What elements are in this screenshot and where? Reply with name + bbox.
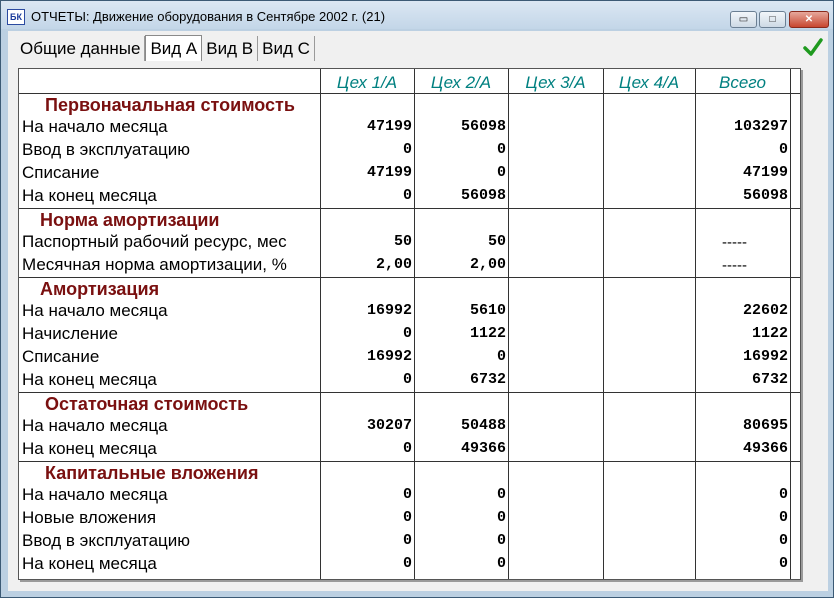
section-title: Капитальные вложения bbox=[45, 463, 259, 483]
column-header: Цех 4/А bbox=[618, 73, 680, 92]
tab-view-b[interactable]: Вид В bbox=[202, 36, 259, 61]
cell-value: 0 bbox=[402, 371, 412, 388]
cell-value: 0 bbox=[778, 509, 788, 526]
column-divider bbox=[790, 69, 791, 579]
cell-value: 2,00 bbox=[375, 256, 412, 273]
column-header: Всего bbox=[719, 73, 766, 92]
cell-value: 5610 bbox=[469, 302, 506, 319]
cell-value: 0 bbox=[496, 509, 506, 526]
tab-general[interactable]: Общие данные bbox=[16, 36, 146, 61]
cell-value: 50488 bbox=[460, 417, 506, 434]
cell-value: 56098 bbox=[460, 118, 506, 135]
report-window: БК ОТЧЕТЫ: Движение оборудования в Сентя… bbox=[0, 0, 834, 598]
cell-value: ----- bbox=[722, 257, 747, 274]
header-divider bbox=[19, 93, 800, 94]
cell-value: 80695 bbox=[742, 417, 788, 434]
title-bar[interactable]: БК ОТЧЕТЫ: Движение оборудования в Сентя… bbox=[1, 1, 833, 29]
cell-value: 0 bbox=[496, 532, 506, 549]
cell-value: 50 bbox=[393, 233, 412, 250]
cell-value: 1122 bbox=[469, 325, 506, 342]
column-header: Цех 1/А bbox=[336, 73, 398, 92]
cell-value: 0 bbox=[402, 509, 412, 526]
row-label: На конец месяца bbox=[22, 439, 157, 458]
cell-value: 56098 bbox=[460, 187, 506, 204]
cell-value: 0 bbox=[402, 141, 412, 158]
row-label: Паспортный рабочий ресурс, мес bbox=[22, 232, 287, 251]
row-label: Месячная норма амортизации, % bbox=[22, 255, 287, 274]
row-label: Ввод в эксплуатацию bbox=[22, 140, 191, 159]
cell-value: 30207 bbox=[366, 417, 412, 434]
section-divider bbox=[19, 277, 800, 278]
cell-value: 16992 bbox=[366, 302, 412, 319]
cell-value: 6732 bbox=[469, 371, 506, 388]
cell-value: 0 bbox=[778, 555, 788, 572]
tab-view-a[interactable]: Вид А bbox=[145, 35, 203, 61]
tab-view-c[interactable]: Вид С bbox=[258, 36, 315, 61]
cell-value: 47199 bbox=[742, 164, 788, 181]
cell-value: 0 bbox=[402, 486, 412, 503]
section-title: Норма амортизации bbox=[40, 210, 220, 230]
cell-value: 0 bbox=[496, 164, 506, 181]
tab-strip: Общие данные Вид А Вид В Вид С bbox=[16, 35, 315, 62]
row-label: На конец месяца bbox=[22, 186, 157, 205]
app-icon: БК bbox=[7, 9, 25, 25]
row-label: Начисление bbox=[22, 324, 118, 343]
cell-value: 0 bbox=[778, 486, 788, 503]
report-table: Цех 1/А Цех 2/А Цех 3/А Цех 4/А Всего Первона… bbox=[18, 68, 801, 580]
cell-value: 0 bbox=[402, 555, 412, 572]
cell-value: 6732 bbox=[751, 371, 788, 388]
cell-value: 0 bbox=[402, 325, 412, 342]
column-divider bbox=[508, 69, 509, 579]
check-icon[interactable] bbox=[803, 37, 823, 57]
close-button[interactable]: ✕ bbox=[789, 11, 829, 28]
cell-value: 2,00 bbox=[469, 256, 506, 273]
section-title: Первоначальная стоимость bbox=[45, 95, 295, 115]
row-label: На конец месяца bbox=[22, 370, 157, 389]
row-label: На начало месяца bbox=[22, 301, 168, 320]
column-header: Цех 2/А bbox=[430, 73, 492, 92]
window-title: ОТЧЕТЫ: Движение оборудования в Сентябре… bbox=[31, 9, 386, 24]
row-label: На начало месяца bbox=[22, 416, 168, 435]
cell-value: 1122 bbox=[751, 325, 788, 342]
cell-value: 47199 bbox=[366, 164, 412, 181]
column-divider bbox=[603, 69, 604, 579]
cell-value: 16992 bbox=[366, 348, 412, 365]
cell-value: 16992 bbox=[742, 348, 788, 365]
row-label: На конец месяца bbox=[22, 554, 157, 573]
row-label: Новые вложения bbox=[22, 508, 157, 527]
cell-value: 0 bbox=[496, 141, 506, 158]
cell-value: 0 bbox=[778, 141, 788, 158]
section-divider bbox=[19, 208, 800, 209]
cell-value: 0 bbox=[402, 440, 412, 457]
section-divider bbox=[19, 461, 800, 462]
cell-value: ----- bbox=[722, 234, 747, 251]
cell-value: 56098 bbox=[742, 187, 788, 204]
cell-value: 47199 bbox=[366, 118, 412, 135]
cell-value: 49366 bbox=[742, 440, 788, 457]
cell-value: 0 bbox=[402, 187, 412, 204]
section-title: Амортизация bbox=[40, 279, 160, 299]
minimize-button[interactable]: ▭ bbox=[730, 11, 757, 28]
section-divider bbox=[19, 392, 800, 393]
row-label: Списание bbox=[22, 163, 100, 182]
client-area: Общие данные Вид А Вид В Вид С Цех 1/А Це… bbox=[8, 31, 828, 591]
cell-value: 49366 bbox=[460, 440, 506, 457]
column-header: Цех 3/А bbox=[525, 73, 586, 92]
row-label: Ввод в эксплуатацию bbox=[22, 531, 191, 550]
cell-value: 0 bbox=[496, 486, 506, 503]
row-label: Списание bbox=[22, 347, 100, 366]
cell-value: 0 bbox=[496, 555, 506, 572]
row-label: На начало месяца bbox=[22, 117, 168, 136]
cell-value: 0 bbox=[778, 532, 788, 549]
cell-value: 50 bbox=[487, 233, 506, 250]
cell-value: 0 bbox=[402, 532, 412, 549]
cell-value: 0 bbox=[496, 348, 506, 365]
row-label: На начало месяца bbox=[22, 485, 168, 504]
cell-value: 103297 bbox=[733, 118, 788, 135]
cell-value: 22602 bbox=[742, 302, 788, 319]
section-title: Остаточная стоимость bbox=[45, 394, 249, 414]
maximize-button[interactable]: □ bbox=[759, 11, 786, 28]
